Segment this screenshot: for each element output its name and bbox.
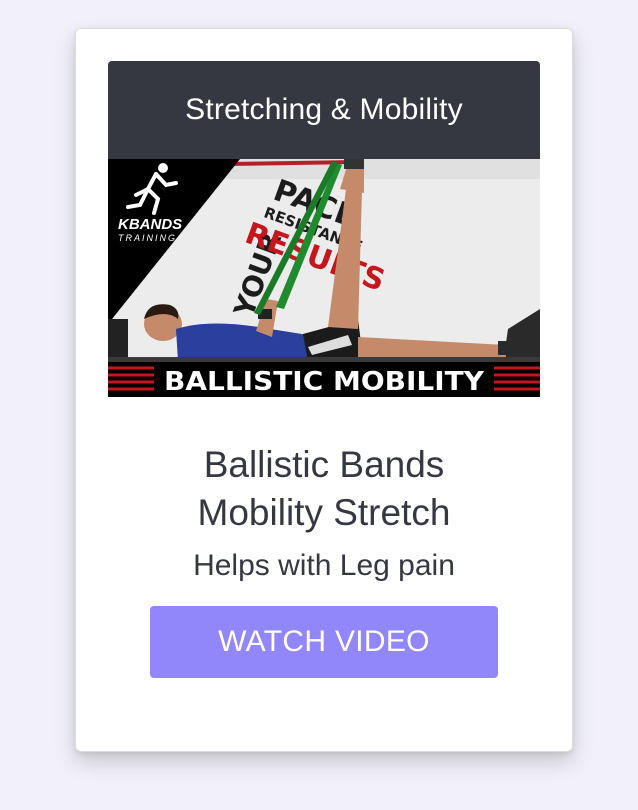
banner-title: BALLISTIC MOBILITY bbox=[164, 367, 485, 397]
video-title: Ballistic Bands Mobility Stretch bbox=[96, 441, 552, 537]
logo-text: KBANDS bbox=[118, 216, 182, 233]
watch-video-button[interactable]: WATCH VIDEO bbox=[150, 606, 498, 678]
video-card: Stretching & Mobility KBANDS TRAINING YO… bbox=[75, 28, 573, 752]
category-header: Stretching & Mobility bbox=[108, 61, 540, 159]
video-subtitle: Helps with Leg pain bbox=[193, 549, 455, 582]
logo-subtext: TRAINING bbox=[118, 233, 177, 243]
video-title-line-2: Mobility Stretch bbox=[197, 492, 451, 533]
watch-video-button-label: WATCH VIDEO bbox=[218, 625, 430, 658]
video-title-line-1: Ballistic Bands bbox=[203, 444, 445, 485]
category-label: Stretching & Mobility bbox=[185, 93, 463, 126]
video-thumbnail[interactable]: KBANDS TRAINING YOUR PACE RESISTANCE RES… bbox=[108, 159, 540, 397]
